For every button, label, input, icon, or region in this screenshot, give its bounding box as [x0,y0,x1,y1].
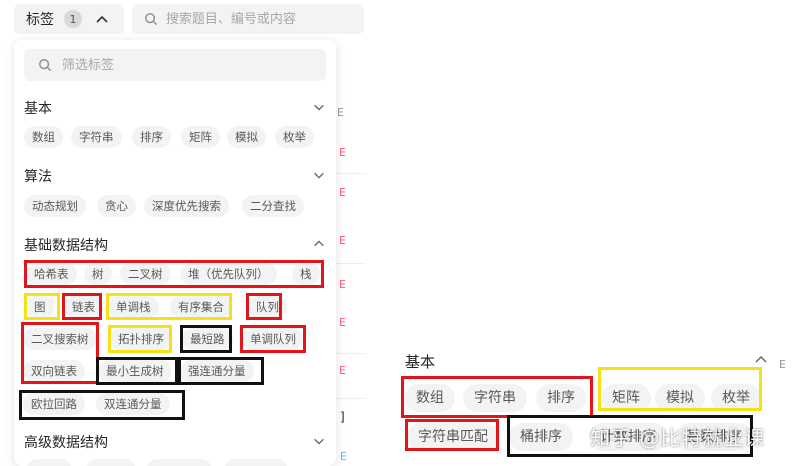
tag-chip[interactable]: 最小生成树 [98,360,172,382]
table-text-fragment: E [340,450,347,463]
tag-chip[interactable]: 数组 [24,126,63,148]
tag-chip[interactable]: 字符串 [71,126,122,148]
table-text-fragment: E [339,146,346,159]
section-title-basic: 基本 [24,101,52,117]
table-divider [336,173,366,174]
tag-chip[interactable]: 模拟 [227,126,266,148]
tag-chip[interactable]: 桶排序 [509,423,573,451]
table-text-fragment: E [339,278,346,291]
tag-count-badge: 1 [64,10,82,28]
chevron-up-icon [96,15,108,23]
table-text-fragment: E [339,234,346,247]
tag-chip[interactable]: 排序 [132,126,171,148]
table-text-fragment: E [339,186,346,199]
tag-chip[interactable]: 图 [26,296,54,318]
tag-chip[interactable]: 字符串 [463,384,527,412]
search-input[interactable] [165,11,364,27]
tag-filter-button[interactable]: 标签 1 [14,4,124,34]
tag-chip[interactable]: 最短路 [182,328,233,350]
tag-chip[interactable]: 模拟 [655,384,705,412]
chevron-down-icon[interactable] [312,168,326,182]
tag-chip[interactable]: 二叉树 [120,263,171,285]
inset-section-title: 基本 [405,353,436,371]
tag-chip-partial[interactable] [86,459,136,466]
tag-filter-search[interactable] [24,49,326,81]
chevron-up-icon[interactable] [312,237,326,251]
tag-chip[interactable]: 动态规划 [24,195,86,217]
table-divider [336,398,366,399]
section-title-algorithm: 算法 [24,169,52,185]
table-text-fragment: ] [340,410,345,424]
tag-chip[interactable]: 树 [84,263,112,285]
chevron-up-icon [755,355,767,363]
tag-chip[interactable]: 哈希表 [26,263,77,285]
table-text-fragment: E [337,106,344,119]
tag-chip[interactable]: 排序 [536,384,586,412]
tag-chip[interactable]: 有序集合 [170,296,232,318]
table-divider [336,353,366,354]
chevron-down-icon[interactable] [312,434,326,448]
section-title-basic-ds: 基础数据结构 [24,238,108,254]
search-icon [39,59,52,72]
tag-chip[interactable]: 深度优先搜索 [144,195,229,217]
tag-chip[interactable]: 强连通分量 [180,360,254,382]
tag-chip[interactable]: 双连通分量 [96,393,170,415]
table-divider [336,263,366,264]
table-text-fragment: E [339,316,346,329]
tag-chip[interactable]: 枚举 [275,126,314,148]
section-title-advanced-ds: 高级数据结构 [24,435,108,451]
tag-chip[interactable]: 字符串匹配 [407,423,499,451]
tag-chip-partial[interactable] [146,459,212,466]
tag-chip-partial[interactable] [26,459,72,466]
tag-filter-label: 标签 [26,12,54,28]
tag-chip[interactable]: 双向链表 [23,360,85,382]
tag-chip[interactable]: 矩阵 [181,126,220,148]
tag-chip[interactable]: 数组 [405,384,455,412]
tag-chip[interactable]: 链表 [64,296,103,318]
table-text-fragment: E [339,364,346,377]
chevron-down-icon[interactable] [312,100,326,114]
tag-dropdown-panel: 基本 数组 字符串 排序 矩阵 模拟 枚举 算法 动态规划 贪心 深度优先搜索 … [14,40,336,466]
search-icon [145,13,158,26]
tag-chip[interactable]: 矩阵 [601,384,651,412]
tag-chip-partial[interactable] [224,459,288,466]
tag-chip[interactable]: 堆（优先队列） [180,263,277,285]
tag-chip[interactable]: 二叉搜索树 [23,328,97,350]
tag-chip[interactable]: 枚举 [711,384,761,412]
tag-chip[interactable]: 贪心 [97,195,136,217]
tag-chip[interactable]: 单调栈 [108,296,159,318]
tag-chip[interactable]: 队列 [248,296,287,318]
tag-chip[interactable]: 栈 [292,263,320,285]
tag-chip[interactable]: 二分查找 [242,195,304,217]
problem-search-bar[interactable] [132,4,364,34]
tag-chip[interactable]: 欧拉回路 [23,393,85,415]
tag-filter-input[interactable] [62,57,262,73]
tag-chip[interactable]: 拓扑排序 [110,328,172,350]
watermark: 知乎 @比特就业课 [590,426,766,450]
table-text-fragment: E [779,358,786,371]
tag-chip[interactable]: 单调队列 [242,328,304,350]
